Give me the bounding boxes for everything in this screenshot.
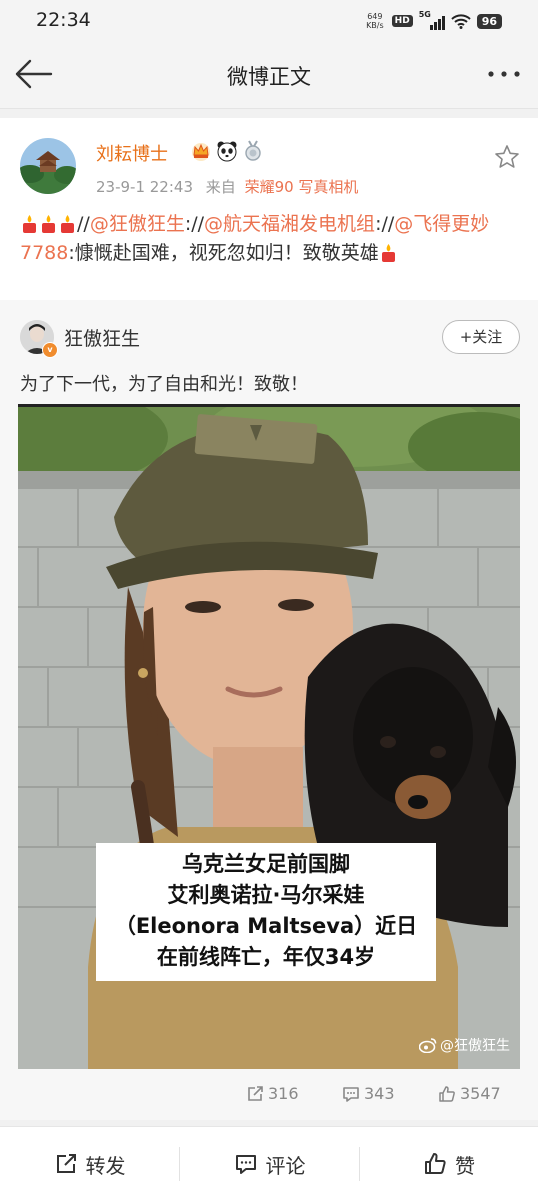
candle-emoji-icon [61, 215, 74, 233]
repost-count: 316 [268, 1084, 299, 1103]
page-title: 微博正文 [227, 65, 311, 89]
weibo-logo-icon [419, 1038, 437, 1053]
post-source[interactable]: 荣耀90 写真相机 [245, 178, 359, 196]
repost-button[interactable]: 转发 [0, 1127, 179, 1201]
text-separator: // [191, 213, 205, 235]
caption-line: 乌克兰女足前国脚 [182, 852, 350, 876]
text-separator: // [77, 213, 90, 235]
mention-link[interactable]: @狂傲狂生 [90, 213, 185, 235]
follow-button[interactable]: +关注 [442, 320, 520, 354]
repost-icon [56, 1154, 76, 1173]
medal-badge-icon [245, 140, 261, 161]
candle-emoji-icon [23, 215, 36, 233]
like-label: 赞 [455, 1153, 475, 1178]
post-source-prefix: 来自 [205, 178, 236, 196]
repost-label: 转发 [85, 1153, 126, 1178]
comment-icon [343, 1086, 359, 1102]
post-card: 刘耘博士 23-9-1 22:43 来自 荣耀90 写真相机 //@狂傲狂生:/… [0, 118, 538, 1120]
candle-emoji-icon [381, 244, 395, 262]
quoted-author-name[interactable]: 狂傲狂生 [64, 324, 140, 351]
signal-icon: 5G [419, 10, 445, 30]
bottom-action-bar: 转发 评论 赞 [0, 1126, 538, 1201]
network-speed-unit: KB/s [366, 21, 384, 30]
panda-badge-icon [217, 141, 237, 162]
quoted-comment-count[interactable]: 343 [342, 1084, 395, 1103]
verified-badge-icon: v [42, 342, 58, 358]
post-image[interactable]: 乌克兰女足前国脚 艾利奥诺拉·马尔采娃 （Eleonora Maltseva）近… [18, 404, 520, 1069]
comment-icon [235, 1155, 256, 1174]
battery-icon: 96 [476, 13, 502, 29]
comment-label: 评论 [265, 1153, 306, 1178]
wifi-icon [450, 14, 471, 29]
network-speed-value: 649 [367, 12, 383, 21]
status-bar: 22:34 649 KB/s HD 5G 96 [0, 0, 538, 42]
candle-emoji-icon [42, 215, 55, 233]
status-icons: 649 KB/s HD 5G 96 [366, 10, 502, 32]
comment-button[interactable]: 评论 [180, 1127, 359, 1201]
image-caption: 乌克兰女足前国脚 艾利奥诺拉·马尔采娃 （Eleonora Maltseva）近… [96, 843, 436, 981]
quoted-post[interactable]: v 狂傲狂生 +关注 为了下一代，为了自由和光！致敬！ 乌克兰女足前国脚 艾利奥… [0, 300, 538, 1120]
crown-badge-icon [192, 143, 210, 161]
like-icon [425, 1153, 446, 1174]
author-name[interactable]: 刘耘博士 [96, 140, 168, 166]
post-time: 23-9-1 22:43 [96, 178, 193, 196]
hd-icon: HD [391, 15, 413, 27]
caption-line: （Eleonora Maltseva）近日 [114, 914, 418, 938]
network-speed: 649 KB/s [366, 12, 384, 30]
post-text: //@狂傲狂生://@航天福湘发电机组://@飞得更妙7788:慷慨赴国难，视死… [20, 210, 520, 268]
quoted-like-count[interactable]: 3547 [438, 1084, 501, 1103]
repost-icon [248, 1085, 263, 1101]
text-separator: // [381, 213, 395, 235]
like-count: 3547 [460, 1084, 501, 1103]
more-options-icon[interactable] [484, 60, 524, 88]
watermark-text: @狂傲狂生 [440, 1038, 510, 1054]
like-icon [439, 1085, 455, 1102]
nav-bar: 微博正文 [0, 42, 538, 109]
image-watermark: @狂傲狂生 [419, 1035, 510, 1055]
status-time: 22:34 [36, 9, 91, 31]
quoted-text: 为了下一代，为了自由和光！致敬！ [20, 374, 308, 395]
mention-link[interactable]: @航天福湘发电机组 [204, 213, 375, 235]
favorite-star-icon[interactable] [494, 144, 520, 170]
author-avatar[interactable] [20, 138, 76, 194]
quoted-stats: 316 343 3547 [0, 1084, 538, 1114]
comment-count: 343 [364, 1084, 395, 1103]
like-button[interactable]: 赞 [360, 1127, 538, 1201]
caption-line: 艾利奥诺拉·马尔采娃 [167, 883, 365, 907]
post-meta: 23-9-1 22:43 来自 荣耀90 写真相机 [96, 176, 358, 197]
user-badges [190, 140, 264, 162]
caption-line: 在前线阵亡，年仅34岁 [156, 945, 376, 969]
quoted-repost-count[interactable]: 316 [246, 1084, 299, 1103]
post-body: :慷慨赴国难，视死忽如归！致敬英雄 [68, 242, 379, 264]
